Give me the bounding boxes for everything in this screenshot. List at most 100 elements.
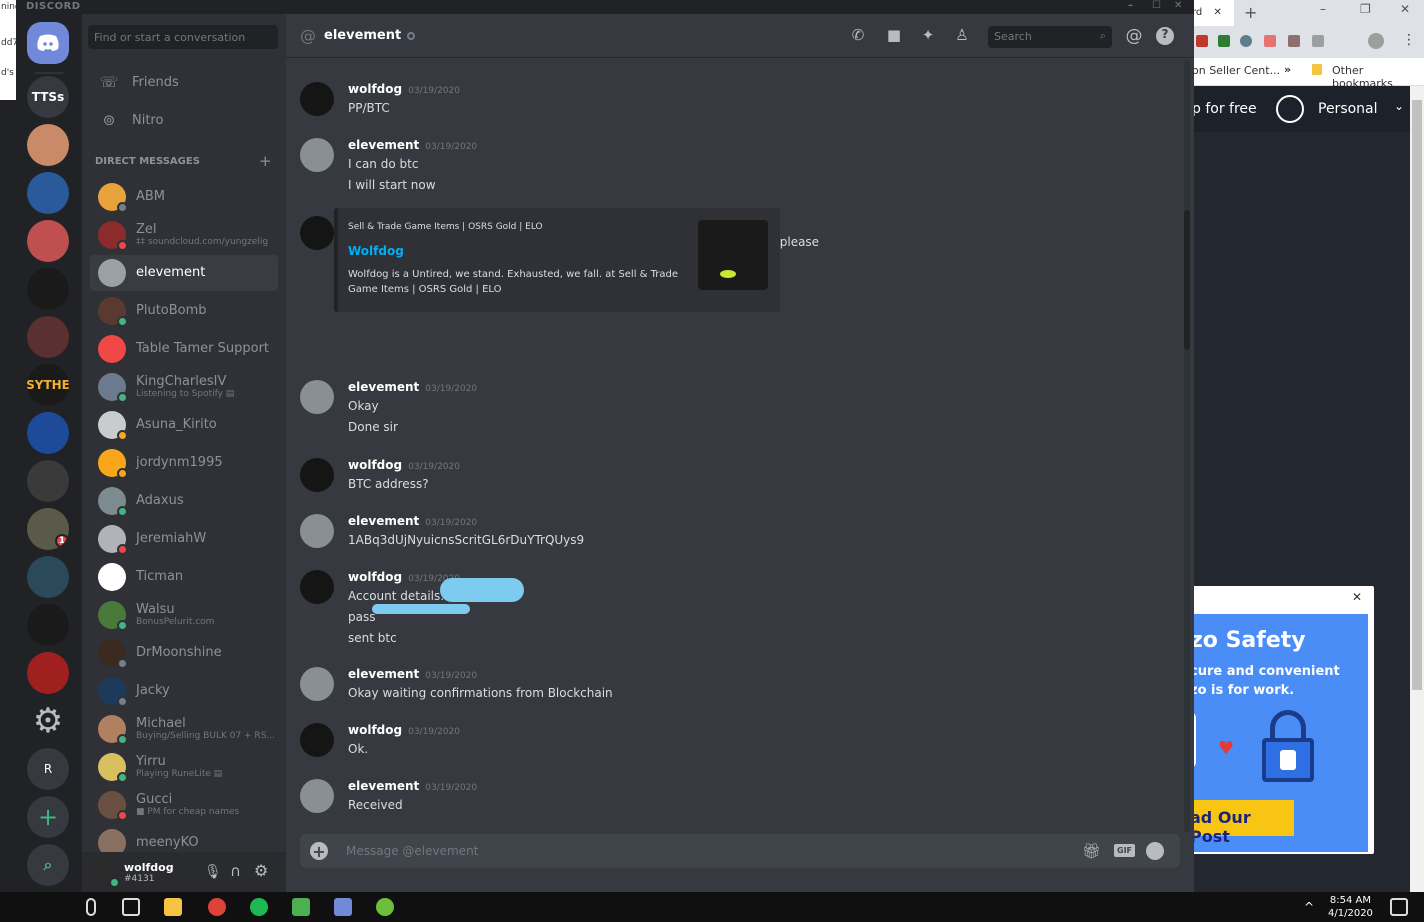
- author-name[interactable]: wolfdog: [348, 570, 402, 584]
- dm-item[interactable]: DrMoonshine: [90, 635, 278, 671]
- video-call-icon[interactable]: ■: [884, 26, 904, 46]
- avatar[interactable]: [90, 858, 120, 888]
- minimize-button[interactable]: –: [1128, 0, 1134, 11]
- message-author[interactable]: wolfdog 03/19/2020: [348, 82, 460, 96]
- message-author[interactable]: elevement 03/19/2020: [348, 514, 477, 528]
- avatar[interactable]: [300, 570, 334, 604]
- author-name[interactable]: elevement: [348, 779, 419, 793]
- extension-icon[interactable]: [1312, 35, 1324, 47]
- dm-item[interactable]: jordynm1995: [90, 445, 278, 481]
- message-author[interactable]: elevement 03/19/2020: [348, 380, 477, 394]
- browser-restore-button[interactable]: ❐: [1360, 2, 1371, 16]
- dm-item[interactable]: Adaxus: [90, 483, 278, 519]
- avatar[interactable]: [300, 82, 334, 116]
- dm-item[interactable]: Michael Buying/Selling BULK 07 + RS...: [90, 711, 278, 747]
- message-author[interactable]: elevement 03/19/2020: [348, 138, 477, 152]
- find-conversation-input[interactable]: Find or start a conversation: [88, 25, 278, 49]
- add-server-icon[interactable]: +: [27, 796, 69, 838]
- server-icon[interactable]: [27, 316, 69, 358]
- task-view-icon[interactable]: [122, 898, 140, 916]
- bookmark-item[interactable]: on Seller Cent...: [1192, 64, 1280, 77]
- browser-menu-icon[interactable]: ⋮: [1402, 32, 1416, 48]
- avatar[interactable]: [300, 514, 334, 548]
- add-friend-icon[interactable]: ♙: [952, 26, 972, 46]
- browser-scrollbar[interactable]: [1410, 86, 1424, 892]
- server-icon[interactable]: [27, 268, 69, 310]
- microphone-icon[interactable]: 🎙︎: [204, 864, 222, 880]
- search-input[interactable]: Search ⌕: [988, 26, 1112, 48]
- minecraft-icon[interactable]: [292, 898, 310, 916]
- dm-item[interactable]: Yirru Playing RuneLite ▤: [90, 749, 278, 785]
- user-icon[interactable]: [1276, 95, 1304, 123]
- chat-scrollbar[interactable]: [1184, 60, 1190, 832]
- profile-menu[interactable]: Personal: [1318, 101, 1378, 117]
- upload-plus-icon[interactable]: +: [310, 842, 328, 861]
- server-icon[interactable]: [27, 604, 69, 646]
- dm-item[interactable]: ABM: [90, 179, 278, 215]
- close-icon[interactable]: ✕: [1352, 590, 1362, 604]
- author-name[interactable]: elevement: [348, 667, 419, 681]
- tab-close-icon[interactable]: ✕: [1213, 7, 1221, 18]
- message-author[interactable]: elevement 03/19/2020: [348, 779, 477, 793]
- chrome-icon[interactable]: [208, 898, 226, 916]
- embed-thumbnail[interactable]: [698, 220, 768, 290]
- discord-home-icon[interactable]: [27, 22, 69, 64]
- dm-item[interactable]: Gucci ■ PM for cheap names: [90, 787, 278, 823]
- bookmarks-overflow-icon[interactable]: »: [1284, 63, 1291, 76]
- new-tab-button[interactable]: +: [1244, 3, 1257, 22]
- embed-title-link[interactable]: Wolfdog: [348, 244, 404, 258]
- avatar[interactable]: [300, 216, 334, 250]
- author-name[interactable]: elevement: [348, 380, 419, 394]
- emoji-icon[interactable]: [1146, 842, 1164, 860]
- server-icon[interactable]: [27, 412, 69, 454]
- dm-item[interactable]: Table Tamer Support: [90, 331, 278, 367]
- message-author[interactable]: wolfdog 03/19/2020: [348, 723, 460, 737]
- server-icon[interactable]: [27, 460, 69, 502]
- dm-item[interactable]: Ticman: [90, 559, 278, 595]
- extension-icon[interactable]: [1264, 35, 1276, 47]
- discord-taskbar-icon[interactable]: [334, 898, 352, 916]
- scroll-thumb[interactable]: [1412, 100, 1422, 690]
- server-icon-ttss[interactable]: TTSs: [27, 76, 69, 118]
- voice-call-icon[interactable]: ✆: [848, 26, 868, 46]
- file-explorer-icon[interactable]: [164, 898, 182, 916]
- spotify-icon[interactable]: [250, 898, 268, 916]
- user-settings-gear-icon[interactable]: ⚙: [254, 861, 268, 880]
- profile-avatar-icon[interactable]: [1368, 33, 1384, 49]
- server-icon-sythe[interactable]: SYTHE: [27, 364, 69, 406]
- app-icon[interactable]: [376, 898, 394, 916]
- author-name[interactable]: elevement: [348, 514, 419, 528]
- browser-close-button[interactable]: ✕: [1400, 2, 1410, 16]
- add-dm-button[interactable]: +: [259, 152, 272, 170]
- gif-icon[interactable]: GIF: [1114, 844, 1136, 857]
- gift-icon[interactable]: 🎁︎: [1082, 842, 1101, 860]
- avatar[interactable]: [300, 723, 334, 757]
- avatar[interactable]: [300, 779, 334, 813]
- server-icon-r[interactable]: R: [27, 748, 69, 790]
- server-icon[interactable]: [27, 124, 69, 166]
- headphones-icon[interactable]: ∩: [230, 862, 241, 880]
- notifications-icon[interactable]: [1390, 898, 1408, 916]
- help-icon[interactable]: ?: [1156, 27, 1174, 45]
- server-icon[interactable]: 1: [27, 508, 69, 550]
- extension-icon[interactable]: [1196, 35, 1208, 47]
- close-button[interactable]: ✕: [1174, 0, 1183, 11]
- nitro-nav[interactable]: ⊚ Nitro: [90, 103, 278, 137]
- avatar[interactable]: [300, 380, 334, 414]
- extension-icon[interactable]: [1240, 35, 1252, 47]
- author-name[interactable]: wolfdog: [348, 458, 402, 472]
- browser-tab[interactable]: rd ✕: [1188, 0, 1234, 26]
- avatar[interactable]: [300, 667, 334, 701]
- avatar[interactable]: [300, 458, 334, 492]
- message-input[interactable]: + Message @elevement 🎁︎ GIF: [300, 834, 1180, 868]
- server-icon[interactable]: [27, 220, 69, 262]
- microphone-icon[interactable]: [86, 898, 96, 916]
- friends-nav[interactable]: ☏ Friends: [90, 65, 278, 99]
- maximize-button[interactable]: ☐: [1152, 0, 1161, 11]
- dm-item[interactable]: Asuna_Kirito: [90, 407, 278, 443]
- extension-icon[interactable]: [1218, 35, 1230, 47]
- dm-item[interactable]: Zel ‡‡ soundcloud.com/yungzelig: [90, 217, 278, 253]
- scroll-thumb[interactable]: [1184, 210, 1190, 350]
- browser-minimize-button[interactable]: –: [1320, 2, 1326, 16]
- dm-item[interactable]: PlutoBomb: [90, 293, 278, 329]
